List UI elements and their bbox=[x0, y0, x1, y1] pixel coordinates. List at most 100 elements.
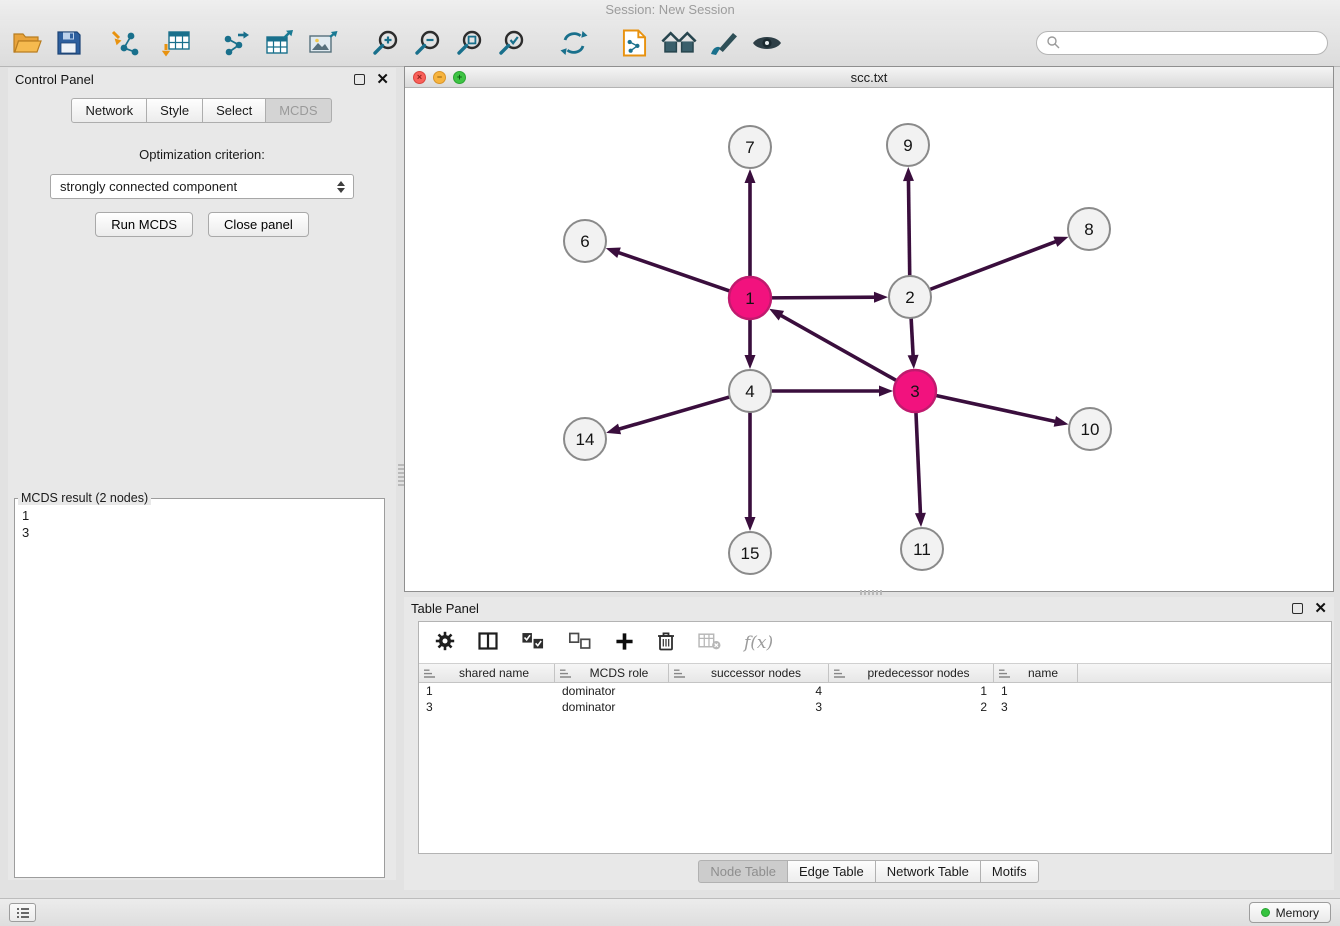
column-sort-icon[interactable] bbox=[833, 668, 846, 679]
network-node-8[interactable]: 8 bbox=[1068, 208, 1110, 250]
network-edge-1-6[interactable] bbox=[606, 248, 732, 292]
table-cell: 1 bbox=[994, 684, 1078, 698]
network-node-7[interactable]: 7 bbox=[729, 126, 771, 168]
task-history-icon[interactable] bbox=[9, 903, 36, 922]
network-edge-1-2[interactable] bbox=[769, 292, 888, 303]
import-table-from-file-icon[interactable] bbox=[162, 24, 192, 62]
network-node-6[interactable]: 6 bbox=[564, 220, 606, 262]
network-graph[interactable]: 7 9 6 8 1 2 4 3 14 10 15 11 bbox=[405, 88, 1333, 591]
mcds-result-label: MCDS result (2 nodes) bbox=[18, 491, 151, 505]
deselect-all-columns-icon[interactable] bbox=[568, 632, 592, 653]
apply-style-icon[interactable] bbox=[709, 24, 739, 62]
network-edge-1-7[interactable] bbox=[745, 169, 756, 279]
delete-column-trash-icon[interactable] bbox=[657, 631, 675, 654]
node-table-container: f(x) shared nameMCDS rolesuccessor nodes… bbox=[418, 621, 1332, 854]
table-tab-node-table[interactable]: Node Table bbox=[698, 860, 788, 883]
column-header-successor-nodes[interactable]: successor nodes bbox=[669, 664, 829, 682]
window-title: Session: New Session bbox=[605, 2, 734, 17]
network-node-2[interactable]: 2 bbox=[889, 276, 931, 318]
optimization-criterion-select[interactable]: strongly connected component bbox=[50, 174, 354, 199]
delete-table-icon[interactable] bbox=[698, 632, 721, 653]
window-maximize-icon[interactable]: + bbox=[453, 71, 466, 84]
function-builder-fx-icon[interactable]: f(x) bbox=[744, 633, 773, 653]
network-edge-4-14[interactable] bbox=[606, 396, 732, 434]
table-row[interactable]: 1dominator411 bbox=[419, 683, 1331, 699]
network-node-10[interactable]: 10 bbox=[1069, 408, 1111, 450]
network-window-header[interactable]: scc.txt × − + bbox=[405, 67, 1333, 88]
close-panel-button[interactable]: Close panel bbox=[208, 212, 309, 237]
network-node-3[interactable]: 3 bbox=[894, 370, 936, 412]
network-node-14[interactable]: 14 bbox=[564, 418, 606, 460]
zoom-in-icon[interactable] bbox=[372, 24, 400, 62]
column-header-MCDS-role[interactable]: MCDS role bbox=[555, 664, 669, 682]
network-canvas[interactable]: 7 9 6 8 1 2 4 3 14 10 15 11 bbox=[405, 88, 1333, 591]
network-edge-2-9[interactable] bbox=[903, 167, 914, 278]
network-edge-2-8[interactable] bbox=[928, 237, 1069, 291]
control-panel-tab-select[interactable]: Select bbox=[202, 98, 266, 123]
table-header-row: shared nameMCDS rolesuccessor nodesprede… bbox=[419, 663, 1331, 683]
first-neighbors-icon[interactable] bbox=[661, 24, 697, 62]
table-row[interactable]: 3dominator323 bbox=[419, 699, 1331, 715]
export-image-icon[interactable] bbox=[308, 24, 338, 62]
control-panel: Control Panel ✕ NetworkStyleSelectMCDS O… bbox=[8, 68, 396, 880]
column-sort-icon[interactable] bbox=[673, 668, 686, 679]
column-sort-icon[interactable] bbox=[559, 668, 572, 679]
import-network-from-file-icon[interactable] bbox=[110, 24, 140, 62]
show-hide-icon[interactable] bbox=[751, 24, 783, 62]
run-mcds-button[interactable]: Run MCDS bbox=[95, 212, 193, 237]
table-tab-motifs[interactable]: Motifs bbox=[980, 860, 1039, 883]
table-tab-network-table[interactable]: Network Table bbox=[875, 860, 981, 883]
svg-text:15: 15 bbox=[741, 544, 760, 563]
network-edge-4-15[interactable] bbox=[745, 410, 756, 531]
search-field[interactable] bbox=[1036, 31, 1328, 55]
network-node-9[interactable]: 9 bbox=[887, 124, 929, 166]
network-node-15[interactable]: 15 bbox=[729, 532, 771, 574]
create-column-plus-icon[interactable] bbox=[615, 632, 634, 654]
control-panel-tab-network[interactable]: Network bbox=[71, 98, 147, 123]
svg-text:7: 7 bbox=[745, 138, 754, 157]
network-node-11[interactable]: 11 bbox=[901, 528, 943, 570]
horizontal-splitter-grip[interactable] bbox=[860, 590, 884, 595]
export-table-icon[interactable] bbox=[264, 24, 294, 62]
save-session-icon[interactable] bbox=[56, 24, 82, 62]
network-edge-4-3[interactable] bbox=[769, 386, 893, 397]
zoom-out-icon[interactable] bbox=[414, 24, 442, 62]
float-window-icon[interactable] bbox=[1292, 603, 1303, 614]
open-session-icon[interactable] bbox=[12, 24, 42, 62]
network-node-4[interactable]: 4 bbox=[729, 370, 771, 412]
memory-button[interactable]: Memory bbox=[1249, 902, 1331, 923]
zoom-fit-icon[interactable] bbox=[456, 24, 484, 62]
vertical-splitter-grip[interactable] bbox=[398, 464, 404, 488]
table-tab-edge-table[interactable]: Edge Table bbox=[787, 860, 876, 883]
close-icon[interactable]: ✕ bbox=[376, 72, 389, 87]
optimization-criterion-label: Optimization criterion: bbox=[8, 147, 396, 162]
column-sort-icon[interactable] bbox=[423, 668, 436, 679]
network-edge-2-3[interactable] bbox=[908, 316, 919, 369]
window-close-icon[interactable]: × bbox=[413, 71, 426, 84]
mcds-result-value: 1 bbox=[22, 507, 377, 524]
network-node-1[interactable]: 1 bbox=[729, 277, 771, 319]
control-panel-tab-style[interactable]: Style bbox=[146, 98, 203, 123]
export-network-icon[interactable] bbox=[220, 24, 250, 62]
search-input[interactable] bbox=[1066, 36, 1318, 50]
zoom-selected-icon[interactable] bbox=[498, 24, 526, 62]
control-panel-tab-mcds[interactable]: MCDS bbox=[265, 98, 331, 123]
float-window-icon[interactable] bbox=[354, 74, 365, 85]
table-settings-gear-icon[interactable] bbox=[435, 631, 455, 654]
network-edge-3-11[interactable] bbox=[915, 410, 926, 527]
column-header-name[interactable]: name bbox=[994, 664, 1078, 682]
window-minimize-icon[interactable]: − bbox=[433, 71, 446, 84]
column-header-shared-name[interactable]: shared name bbox=[419, 664, 555, 682]
select-all-columns-icon[interactable] bbox=[521, 632, 545, 653]
network-edge-3-1[interactable] bbox=[769, 309, 898, 382]
column-header-predecessor-nodes[interactable]: predecessor nodes bbox=[829, 664, 994, 682]
close-icon[interactable]: ✕ bbox=[1314, 601, 1327, 616]
column-sort-icon[interactable] bbox=[998, 668, 1011, 679]
network-edge-3-10[interactable] bbox=[934, 395, 1069, 427]
new-network-from-selection-icon[interactable] bbox=[622, 24, 647, 62]
table-toolbar: f(x) bbox=[419, 622, 1331, 663]
apply-layout-icon[interactable] bbox=[560, 24, 588, 62]
control-panel-tabs: NetworkStyleSelectMCDS bbox=[8, 98, 396, 123]
network-edge-1-4[interactable] bbox=[745, 317, 756, 369]
show-column-panel-icon[interactable] bbox=[478, 631, 498, 654]
